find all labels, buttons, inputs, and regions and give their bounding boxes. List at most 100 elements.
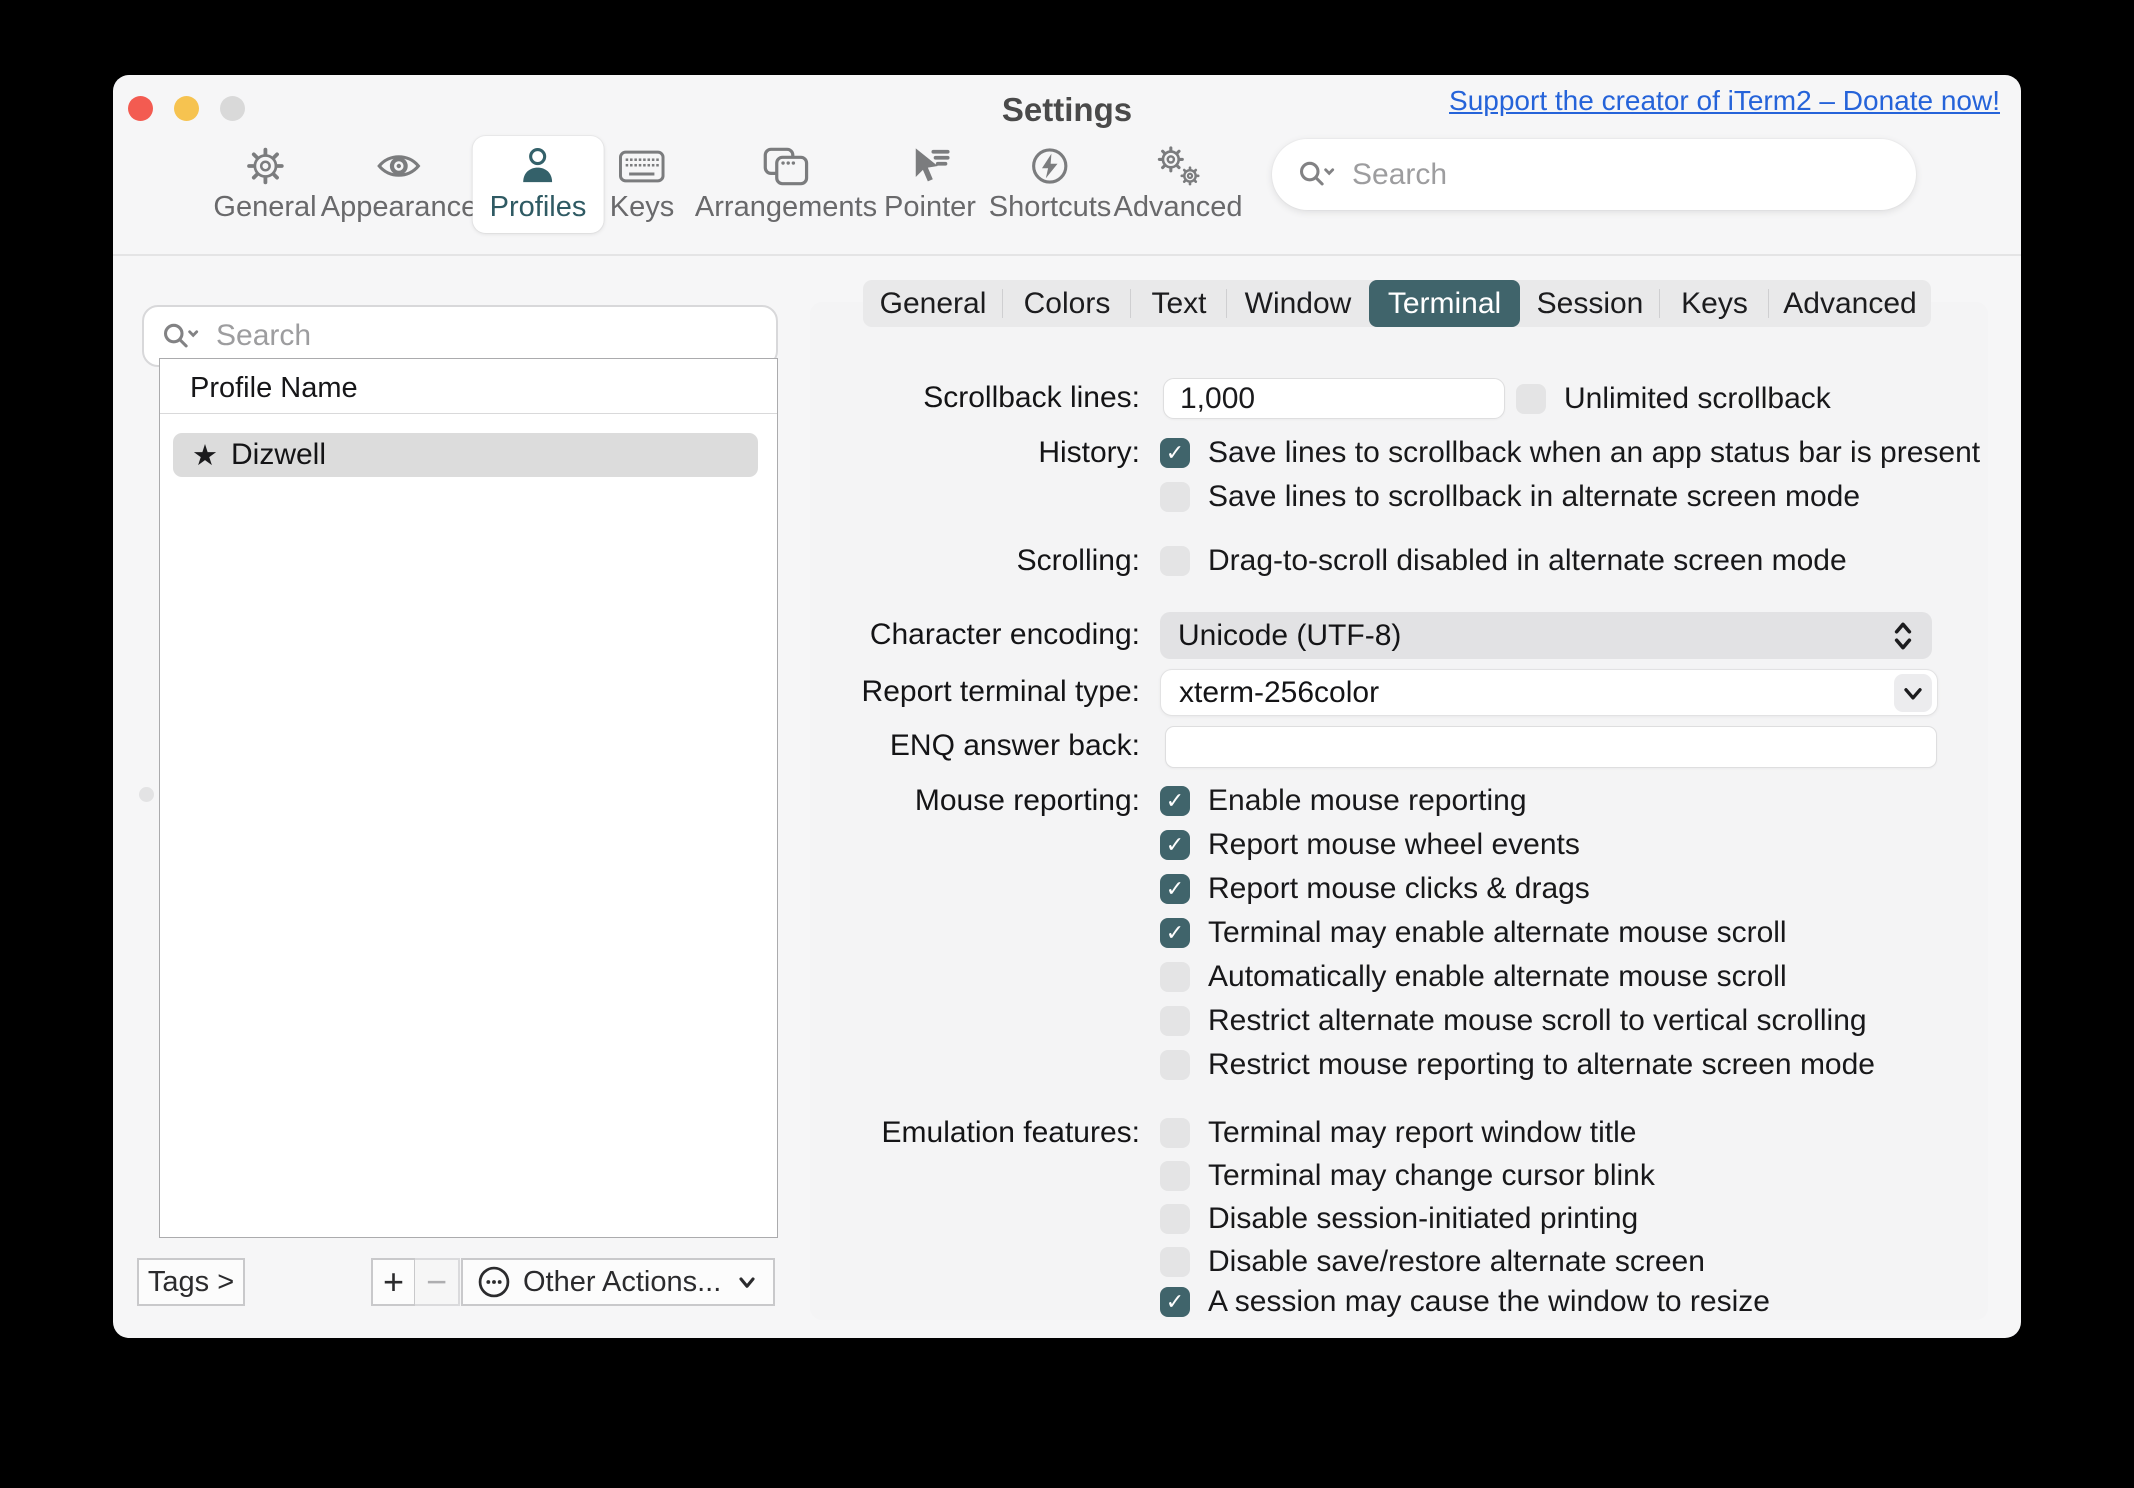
checkbox[interactable] [1160,546,1190,576]
toolbar-item-advanced[interactable]: Advanced [1097,136,1260,233]
checkbox[interactable] [1160,1006,1190,1036]
checkbox-option[interactable]: Enable mouse reporting [1160,784,1527,818]
checkbox[interactable] [1160,1050,1190,1080]
mouse-reporting-label: Mouse reporting: [810,783,1140,819]
toolbar-item-arrangements[interactable]: Arrangements [678,136,894,233]
profile-search-input[interactable] [214,318,762,354]
add-profile-button[interactable]: + [371,1258,416,1306]
donate-link[interactable]: Support the creator of iTerm2 – Donate n… [1449,85,2000,117]
encoding-popup[interactable]: Unicode (UTF-8) [1160,612,1932,659]
checkbox-option[interactable]: A session may cause the window to resize [1160,1285,1770,1319]
checkbox-option[interactable]: Report mouse wheel events [1160,828,1580,862]
checkbox[interactable] [1160,1161,1190,1191]
toolbar-item-label: Advanced [1114,191,1243,224]
toolbar-search[interactable] [1272,139,1916,210]
cursor-icon [908,146,952,186]
splitter-handle[interactable] [139,787,154,802]
checkbox-option[interactable]: Report mouse clicks & drags [1160,872,1590,906]
tab-session[interactable]: Session [1520,280,1660,327]
checkbox[interactable] [1160,1204,1190,1234]
tab-colors[interactable]: Colors [1003,280,1131,327]
checkbox-option[interactable]: Terminal may enable alternate mouse scro… [1160,916,1787,950]
tab-window[interactable]: Window [1227,280,1369,327]
terminal-type-combo[interactable]: xterm-256color [1160,669,1938,716]
toolbar-item-keys[interactable]: Keys [593,136,691,233]
checkbox[interactable] [1160,482,1190,512]
checkbox-option[interactable]: Disable save/restore alternate screen [1160,1245,1705,1279]
toolbar-item-label: Shortcuts [989,191,1112,224]
tags-button[interactable]: Tags > [137,1258,245,1306]
settings-window: Settings Support the creator of iTerm2 –… [113,75,2021,1338]
encoding-label: Character encoding: [810,617,1140,653]
scrollback-field[interactable] [1163,378,1505,419]
toolbar-item-label: General [213,191,316,224]
default-profile-star-icon: ★ [192,438,218,473]
checkbox-option[interactable]: Restrict mouse reporting to alternate sc… [1160,1048,1875,1082]
gears-icon [1155,146,1201,186]
enq-field[interactable] [1165,726,1937,768]
ellipsis-circle-icon [477,1265,511,1299]
terminal-type-value: xterm-256color [1179,676,1894,710]
checkbox-option[interactable]: Save lines to scrollback when an app sta… [1160,436,1980,470]
checkbox-option[interactable]: Restrict alternate mouse scroll to verti… [1160,1004,1867,1038]
checkbox[interactable] [1160,1247,1190,1277]
toolbar-divider [113,254,2021,256]
scrollback-label: Scrollback lines: [810,380,1140,416]
eye-icon [377,146,421,186]
tab-keys[interactable]: Keys [1660,280,1769,327]
profile-row-dizwell[interactable]: ★ Dizwell [173,433,758,477]
scrollback-input[interactable] [1164,382,1504,416]
other-actions-label: Other Actions... [523,1266,723,1299]
search-icon [1298,159,1338,190]
search-icon [162,321,202,352]
profile-name: Dizwell [231,438,326,472]
checkbox[interactable] [1160,1118,1190,1148]
enq-label: ENQ answer back: [810,728,1140,764]
encoding-value: Unicode (UTF-8) [1178,619,1890,653]
terminal-type-label: Report terminal type: [810,674,1140,710]
header-divider [160,413,777,414]
toolbar-item-label: Keys [610,191,674,224]
windows-icon [763,146,809,186]
checkbox-option[interactable]: Save lines to scrollback in alternate sc… [1160,480,1860,514]
profile-tabbar: General Colors Text Window Terminal Sess… [863,280,1931,327]
toolbar-search-input[interactable] [1350,157,1906,193]
other-actions-dropdown[interactable]: Other Actions... [461,1258,775,1306]
emulation-label: Emulation features: [810,1115,1140,1151]
checkbox[interactable] [1516,384,1546,414]
checkbox-option[interactable]: Automatically enable alternate mouse scr… [1160,960,1787,994]
checkbox-option[interactable]: Terminal may report window title [1160,1116,1636,1150]
checkbox-option[interactable]: Disable session-initiated printing [1160,1202,1638,1236]
gear-icon [246,146,284,186]
remove-profile-button: − [415,1258,460,1306]
checkbox-option[interactable]: Terminal may change cursor blink [1160,1159,1655,1193]
checkbox[interactable] [1160,786,1190,816]
chevron-down-icon[interactable] [1894,674,1932,712]
checkbox-option[interactable]: Unlimited scrollback [1516,382,1831,416]
up-down-chevrons-icon [1890,618,1916,654]
checkbox[interactable] [1160,874,1190,904]
tab-general[interactable]: General [863,280,1003,327]
tab-advanced[interactable]: Advanced [1769,280,1931,327]
toolbar-item-label: Profiles [490,191,587,224]
tab-text[interactable]: Text [1131,280,1227,327]
checkbox[interactable] [1160,1287,1190,1317]
keyboard-icon [619,146,665,186]
toolbar-item-profiles[interactable]: Profiles [473,136,604,233]
checkbox[interactable] [1160,918,1190,948]
toolbar-item-label: Appearance [321,191,477,224]
profile-list-header: Profile Name [190,372,358,405]
checkbox[interactable] [1160,438,1190,468]
tab-terminal[interactable]: Terminal [1369,280,1520,327]
checkbox[interactable] [1160,962,1190,992]
toolbar-item-label: Arrangements [695,191,877,224]
terminal-settings-pane: Scrollback lines: Unlimited scrollback H… [810,302,1988,1320]
toolbar-item-label: Pointer [884,191,976,224]
checkbox-option[interactable]: Drag-to-scroll disabled in alternate scr… [1160,544,1847,578]
enq-input[interactable] [1166,730,1936,764]
checkbox[interactable] [1160,830,1190,860]
toolbar-item-appearance[interactable]: Appearance [304,136,494,233]
scrolling-label: Scrolling: [810,543,1140,579]
person-icon [519,146,557,186]
history-label: History: [810,435,1140,471]
